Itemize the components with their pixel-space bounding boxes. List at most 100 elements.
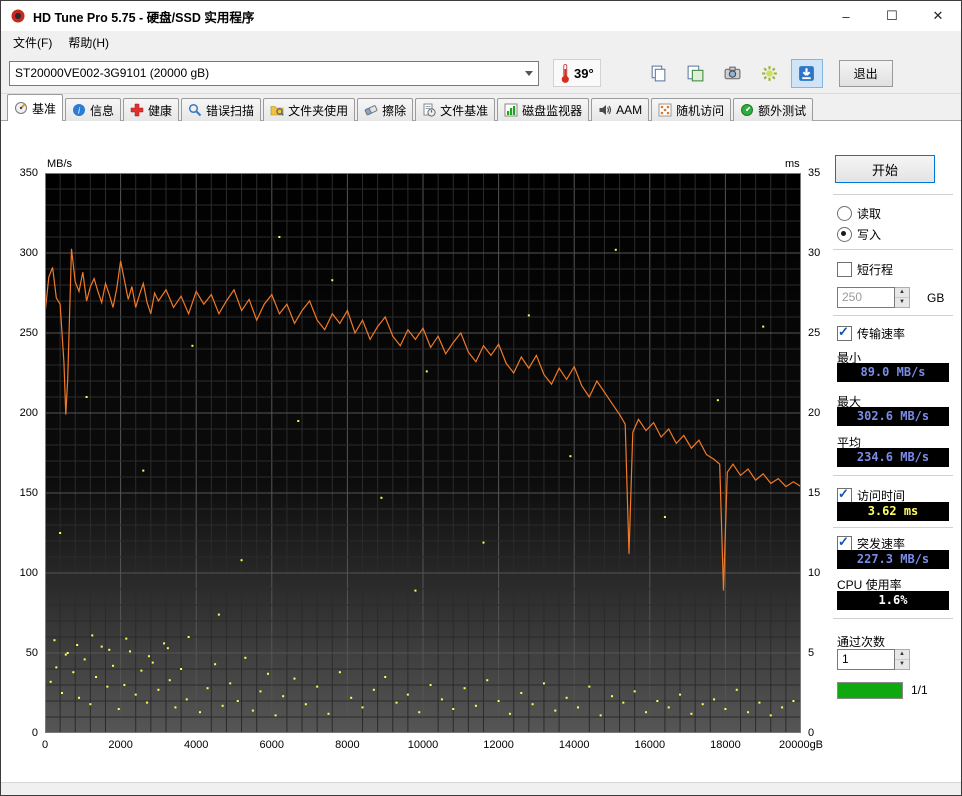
spinner-down-icon[interactable]: ▼ bbox=[895, 298, 909, 307]
exit-button[interactable]: 退出 bbox=[839, 60, 893, 87]
tab-benchmark[interactable]: 基准 bbox=[7, 94, 63, 121]
maximize-button[interactable]: ☐ bbox=[869, 1, 915, 31]
menu-item-file[interactable]: 文件(F) bbox=[5, 32, 60, 53]
temperature-display: 39° bbox=[553, 59, 601, 87]
y2-axis-tick: 5 bbox=[808, 647, 814, 659]
y-axis-tick: 300 bbox=[1, 247, 38, 259]
tab-label: 擦除 bbox=[382, 102, 406, 119]
tab-label: 随机访问 bbox=[676, 102, 724, 119]
drive-select-value: ST20000VE002-3G9101 (20000 gB) bbox=[15, 66, 521, 80]
tab-aam[interactable]: AAM bbox=[591, 98, 649, 121]
x-axis-tick: 2000 bbox=[108, 739, 132, 751]
tab-erase[interactable]: 擦除 bbox=[357, 98, 413, 121]
read-label: 读取 bbox=[857, 205, 881, 222]
avg-value: 234.6 MB/s bbox=[837, 448, 949, 467]
spinner-up-icon[interactable]: ▲ bbox=[895, 288, 909, 298]
max-value: 302.6 MB/s bbox=[837, 407, 949, 426]
tab-file-benchmark[interactable]: 文件基准 bbox=[415, 98, 495, 121]
y2-axis-tick: 15 bbox=[808, 487, 820, 499]
titlebar: HD Tune Pro 5.75 - 硬盘/SSD 实用程序 – ☐ ✕ bbox=[1, 1, 961, 31]
y-axis-tick: 0 bbox=[1, 727, 38, 739]
tab-extra-tests[interactable]: 额外测试 bbox=[733, 98, 813, 121]
drive-select[interactable]: ST20000VE002-3G9101 (20000 gB) bbox=[9, 61, 539, 86]
pass-count-spinner: ▲ ▼ bbox=[895, 649, 910, 670]
copy-button[interactable] bbox=[643, 59, 675, 88]
tab-random-access[interactable]: 随机访问 bbox=[651, 98, 731, 121]
tab-info[interactable]: i信息 bbox=[65, 98, 121, 121]
tab-disk-monitor[interactable]: 磁盘监视器 bbox=[497, 98, 589, 121]
tab-label: 文件基准 bbox=[440, 102, 488, 119]
x-axis-tick: 14000 bbox=[559, 739, 590, 751]
short-stroke-checkbox[interactable] bbox=[837, 262, 852, 277]
tab-health[interactable]: 健康 bbox=[123, 98, 179, 121]
app-icon bbox=[10, 8, 26, 24]
min-value: 89.0 MB/s bbox=[837, 363, 949, 382]
tab-label: AAM bbox=[616, 103, 642, 117]
cpu-usage-value: 1.6% bbox=[837, 591, 949, 610]
x-axis-tick: 20000gB bbox=[779, 739, 823, 751]
screenshot-button[interactable] bbox=[717, 59, 749, 88]
short-stroke-input[interactable]: 250 bbox=[837, 287, 895, 308]
tab-label: 健康 bbox=[148, 102, 172, 119]
separator bbox=[833, 315, 953, 319]
spinner-up-icon[interactable]: ▲ bbox=[895, 650, 909, 660]
options-button[interactable] bbox=[754, 59, 786, 88]
y-axis-tick: 50 bbox=[1, 647, 38, 659]
y2-axis-unit: ms bbox=[785, 158, 800, 170]
transfer-rate-checkbox[interactable] bbox=[837, 326, 852, 341]
copy-image-icon bbox=[686, 64, 705, 83]
tab-bar: 基准 i信息 健康错误扫描文件夹使用 擦除 文件基准 磁盘监视器 AAM 随机访问额外测试 bbox=[1, 94, 961, 121]
tab-folder-usage[interactable]: 文件夹使用 bbox=[263, 98, 355, 121]
separator bbox=[833, 194, 953, 198]
short-stroke-input-group: 250 ▲ ▼ bbox=[837, 287, 910, 308]
transfer-rate-option: 传输速率 bbox=[837, 325, 905, 342]
toolbar-buttons bbox=[643, 59, 823, 88]
minimize-button[interactable]: – bbox=[823, 1, 869, 31]
content: MB/s ms 35030025020015010050035302520151… bbox=[1, 121, 961, 782]
y2-axis-tick: 0 bbox=[808, 727, 814, 739]
hd-tune-window: HD Tune Pro 5.75 - 硬盘/SSD 实用程序 – ☐ ✕ 文件(… bbox=[0, 0, 962, 796]
short-stroke-label: 短行程 bbox=[857, 261, 893, 278]
extra-tests-icon bbox=[740, 103, 754, 117]
separator bbox=[833, 249, 953, 253]
tab-label: 磁盘监视器 bbox=[522, 102, 582, 119]
x-axis-tick: 8000 bbox=[335, 739, 359, 751]
y-axis-tick: 150 bbox=[1, 487, 38, 499]
menu-item-help[interactable]: 帮助(H) bbox=[60, 32, 117, 53]
start-button[interactable]: 开始 bbox=[835, 155, 935, 183]
copy-image-button[interactable] bbox=[680, 59, 712, 88]
progress-label: 1/1 bbox=[911, 683, 928, 697]
erase-icon bbox=[364, 103, 378, 117]
x-axis-tick: 4000 bbox=[184, 739, 208, 751]
access-time-value: 3.62 ms bbox=[837, 502, 949, 521]
x-axis-tick: 10000 bbox=[408, 739, 439, 751]
read-option: 读取 bbox=[837, 205, 881, 222]
toolbar: ST20000VE002-3G9101 (20000 gB) 39° 退出 bbox=[1, 53, 961, 94]
y2-axis-tick: 10 bbox=[808, 567, 820, 579]
read-radio[interactable] bbox=[837, 206, 852, 221]
burst-rate-checkbox[interactable] bbox=[837, 536, 852, 551]
access-time-checkbox[interactable] bbox=[837, 488, 852, 503]
close-button[interactable]: ✕ bbox=[915, 1, 961, 31]
progress-fill bbox=[838, 683, 902, 698]
gb-unit-label: GB bbox=[927, 291, 944, 305]
y-axis-unit: MB/s bbox=[47, 158, 72, 170]
write-option: 写入 bbox=[837, 226, 881, 243]
tab-error-scan[interactable]: 错误扫描 bbox=[181, 98, 261, 121]
plot-svg bbox=[45, 173, 801, 733]
chevron-down-icon bbox=[525, 71, 533, 76]
health-icon bbox=[130, 103, 144, 117]
y-axis-tick: 350 bbox=[1, 167, 38, 179]
camera-icon bbox=[723, 64, 742, 83]
spinner-down-icon[interactable]: ▼ bbox=[895, 660, 909, 669]
write-label: 写入 bbox=[857, 226, 881, 243]
burst-rate-value: 227.3 MB/s bbox=[837, 550, 949, 569]
save-button[interactable] bbox=[791, 59, 823, 88]
window-title: HD Tune Pro 5.75 - 硬盘/SSD 实用程序 bbox=[33, 7, 254, 26]
separator bbox=[833, 527, 953, 531]
pass-count-input[interactable]: 1 bbox=[837, 649, 895, 670]
side-panel: 开始 读取 写入 短行程 250 ▲ ▼ GB bbox=[831, 121, 959, 782]
write-radio[interactable] bbox=[837, 227, 852, 242]
y2-axis-tick: 30 bbox=[808, 247, 820, 259]
tab-label: 基准 bbox=[32, 100, 56, 117]
